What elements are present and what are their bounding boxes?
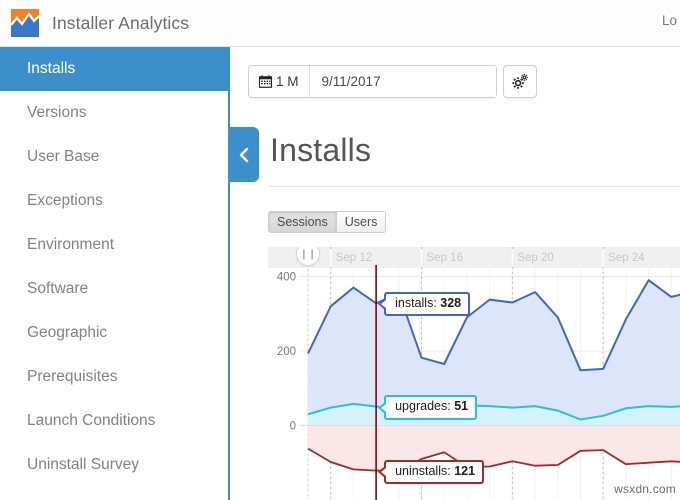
brand[interactable]: Installer Analytics [0, 9, 189, 37]
tooltip-label: installs: [395, 296, 437, 311]
uninstalls-tooltip: uninstalls: 121 [378, 459, 485, 484]
sidebar-item-software[interactable]: Software [0, 267, 228, 311]
settings-button[interactable] [502, 65, 537, 98]
sidebar-item-installs[interactable]: Installs [0, 47, 228, 91]
svg-text:400: 400 [277, 271, 296, 283]
gears-icon [512, 74, 528, 89]
sidebar-item-geographic[interactable]: Geographic [0, 311, 228, 355]
range-selector[interactable]: 1 M [249, 66, 310, 97]
tooltip-value: 121 [454, 463, 476, 478]
tooltip-arrow-inner [381, 403, 387, 412]
sidebar-item-launch-conditions[interactable]: Launch Conditions [0, 399, 228, 443]
main-content: 1 M 9/11/2017 Installs Sessions Users 0 … [229, 47, 680, 500]
tooltip-label: uninstalls: [395, 463, 451, 478]
sidebar-item-label: User Base [27, 148, 100, 165]
svg-text:Sep 12: Sep 12 [336, 252, 372, 264]
tooltip-arrow-inner [381, 467, 387, 476]
chevron-left-icon [239, 147, 249, 162]
tooltip-arrow-inner [381, 300, 387, 309]
app-title: Installer Analytics [52, 12, 190, 33]
metric-toggle-group: Sessions Users [268, 211, 387, 233]
watermark: wsxdn.com [614, 482, 676, 496]
svg-text:200: 200 [277, 346, 296, 358]
sidebar-item-label: Geographic [27, 324, 108, 341]
sidebar-item-label: Launch Conditions [27, 412, 156, 429]
date-range-group: 1 M 9/11/2017 [248, 65, 497, 98]
sidebar-item-label: Software [27, 280, 89, 297]
sidebar-item-label: Uninstall Survey [27, 456, 139, 473]
sidebar-item-exceptions[interactable]: Exceptions [0, 179, 228, 223]
range-label: 1 M [276, 74, 299, 89]
page-title: Installs [270, 132, 372, 168]
installs-chart: 0200400Sep 12Sep 16Sep 20Sep 24Se ❙❙ ins… [268, 247, 680, 500]
sidebar-item-prerequisites[interactable]: Prerequisites [0, 355, 228, 399]
sidebar-item-versions[interactable]: Versions [0, 91, 228, 135]
top-header: Installer Analytics Lo [0, 0, 680, 47]
tooltip-label: upgrades: [395, 399, 451, 414]
sidebar-item-label: Environment [27, 236, 115, 253]
date-input[interactable]: 9/11/2017 [309, 66, 496, 97]
sidebar-item-uninstall-survey[interactable]: Uninstall Survey [0, 443, 228, 487]
sidebar-nav: Installs Versions User Base Exceptions E… [0, 47, 230, 500]
installs-tooltip: installs: 328 [378, 292, 471, 317]
sidebar-item-label: Prerequisites [27, 368, 118, 385]
svg-text:Sep 24: Sep 24 [608, 252, 645, 264]
sidebar-item-environment[interactable]: Environment [0, 223, 228, 267]
tab-sessions[interactable]: Sessions [268, 211, 337, 233]
analytics-logo-icon [11, 9, 39, 37]
title-divider [268, 186, 680, 187]
upgrades-tooltip: upgrades: 51 [378, 395, 478, 420]
tab-users[interactable]: Users [336, 211, 387, 233]
sidebar-item-label: Installs [27, 60, 76, 77]
sidebar-item-label: Exceptions [27, 192, 103, 209]
sidebar-collapse-button[interactable] [229, 127, 259, 182]
date-toolbar: 1 M 9/11/2017 [248, 65, 537, 98]
tooltip-value: 328 [440, 296, 462, 311]
sidebar-item-user-base[interactable]: User Base [0, 135, 228, 179]
svg-text:Sep 20: Sep 20 [517, 252, 553, 264]
svg-text:Sep 16: Sep 16 [427, 252, 463, 264]
svg-text:0: 0 [290, 420, 296, 432]
app-root: Installer Analytics Lo Installs Versions… [0, 0, 680, 500]
account-menu[interactable]: Lo [662, 13, 680, 28]
calendar-icon [259, 75, 272, 88]
tooltip-value: 51 [454, 399, 469, 414]
sidebar-item-label: Versions [27, 104, 87, 121]
